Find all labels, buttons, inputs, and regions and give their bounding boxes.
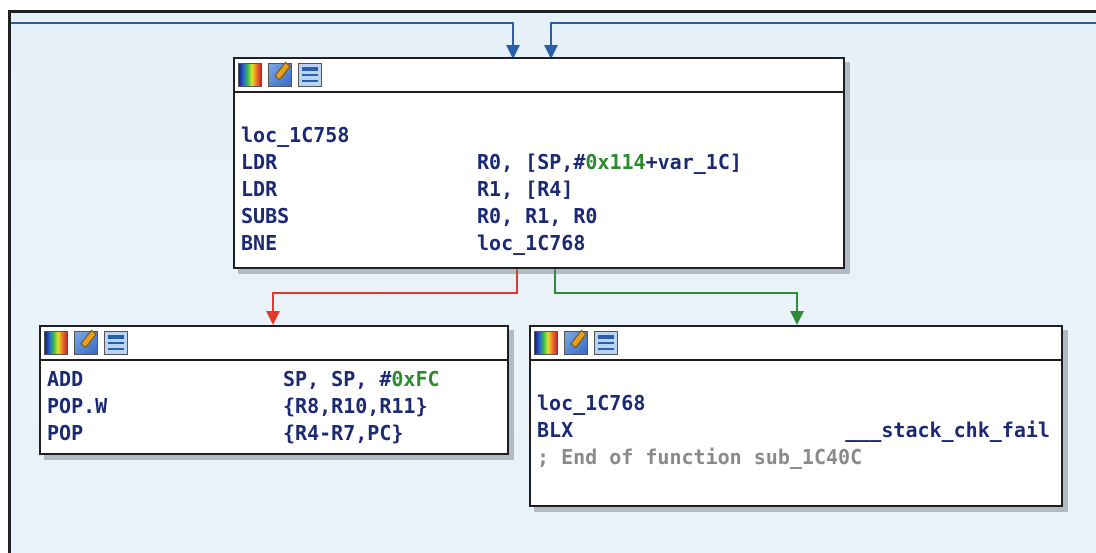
block-toolbar (41, 327, 507, 361)
block-code: loc_1C758 LDR R0, [SP,# 0x114 +var_1C] LDR R… (235, 93, 843, 260)
asm-line[interactable]: LDR R1, [R4] (241, 175, 837, 202)
code-label[interactable]: loc_1C768 (537, 389, 1055, 416)
false-branch-edge (272, 265, 518, 319)
mnemonic: BNE (241, 230, 278, 255)
asm-line[interactable]: POP {R4-R7,PC} (47, 419, 501, 446)
graph-canvas[interactable]: loc_1C758 LDR R0, [SP,# 0x114 +var_1C] LDR R… (8, 10, 1096, 553)
asm-line[interactable]: BNE loc_1C768 (241, 229, 837, 256)
asm-line[interactable]: POP.W {R8,R10,R11} (47, 392, 501, 419)
operands: ___stack_chk_fail (773, 417, 1050, 442)
basic-block-epilogue[interactable]: ADD SP, SP, #0xFC POP.W {R8,R10,R11} POP {R… (39, 325, 509, 455)
immediate-value: 0xFC (391, 366, 440, 391)
basic-block-loc-1c758[interactable]: loc_1C758 LDR R0, [SP,# 0x114 +var_1C] LDR R… (233, 57, 845, 269)
graph-overview-icon[interactable] (298, 63, 322, 87)
immediate-value: 0x114 (585, 149, 646, 174)
graph-overview-icon[interactable] (594, 331, 618, 355)
true-branch-edge (554, 265, 798, 319)
mnemonic: LDR (241, 176, 278, 201)
asm-line[interactable]: BLX ___stack_chk_fail (537, 416, 1055, 443)
block-code: ADD SP, SP, #0xFC POP.W {R8,R10,R11} POP {R… (41, 361, 507, 450)
operands: R1, [R4] (477, 176, 574, 201)
operands: {R8,R10,R11} (283, 393, 428, 418)
operands: R0, [SP,# (477, 149, 586, 174)
operands: loc_1C768 (477, 230, 586, 255)
color-palette-icon[interactable] (534, 331, 558, 355)
block-toolbar (531, 327, 1061, 361)
mnemonic: POP (47, 420, 84, 445)
incoming-edge-right (550, 22, 1096, 53)
block-code: loc_1C768 BLX ___stack_chk_fail ; End of… (531, 361, 1061, 474)
basic-block-loc-1c768[interactable]: loc_1C768 BLX ___stack_chk_fail ; End of… (529, 325, 1063, 507)
mnemonic: SUBS (241, 203, 290, 228)
asm-comment: ; End of function sub_1C40C (537, 444, 863, 469)
false-branch-arrow (266, 311, 280, 325)
rename-icon[interactable] (74, 331, 98, 355)
mnemonic: LDR (241, 149, 278, 174)
code-label[interactable]: loc_1C758 (241, 121, 837, 148)
asm-line[interactable]: ADD SP, SP, #0xFC (47, 365, 501, 392)
operands-tail: +var_1C] (645, 149, 742, 174)
block-toolbar (235, 59, 843, 93)
graph-overview-icon[interactable] (104, 331, 128, 355)
incoming-edge-left (11, 22, 514, 53)
operands: {R4-R7,PC} (283, 420, 404, 445)
rename-icon[interactable] (268, 63, 292, 87)
operands: SP, SP, # (283, 366, 392, 391)
color-palette-icon[interactable] (238, 63, 262, 87)
operands: R0, R1, R0 (477, 203, 598, 228)
asm-line[interactable]: SUBS R0, R1, R0 (241, 202, 837, 229)
asm-line[interactable]: LDR R0, [SP,# 0x114 +var_1C] (241, 148, 837, 175)
mnemonic: ADD (47, 366, 84, 391)
true-branch-arrow (790, 311, 804, 325)
mnemonic: POP.W (47, 393, 108, 418)
mnemonic: BLX (537, 417, 574, 442)
rename-icon[interactable] (564, 331, 588, 355)
color-palette-icon[interactable] (44, 331, 68, 355)
